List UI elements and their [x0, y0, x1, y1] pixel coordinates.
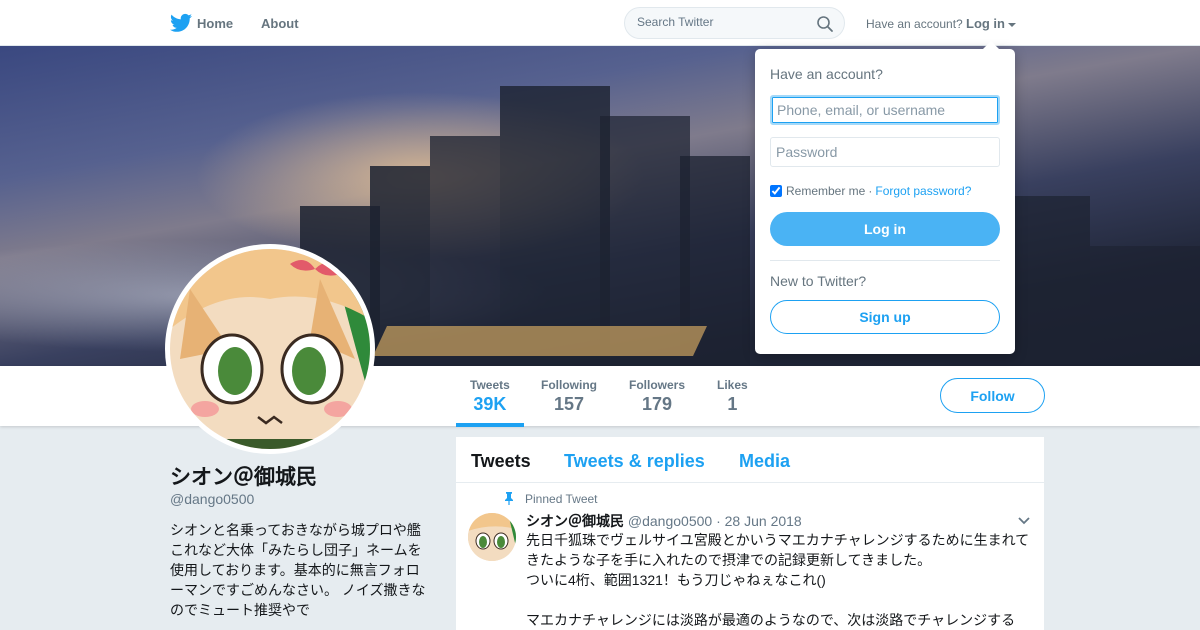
- top-navigation: Home About Have an account? Log in: [0, 0, 1200, 46]
- stat-likes-label: Likes: [717, 378, 748, 392]
- timeline-tabs: Tweets Tweets & replies Media: [456, 437, 1044, 483]
- chevron-down-icon[interactable]: [1018, 517, 1030, 525]
- stat-followers[interactable]: Followers 179: [629, 378, 685, 415]
- profile-avatar[interactable]: [165, 244, 375, 454]
- profile-bio: シオンと名乗っておきながら城プロや艦これなど大体「みたらし団子」ネームを使用して…: [170, 522, 426, 618]
- login-dropdown: Have an account? Remember me · Forgot pa…: [755, 41, 1015, 354]
- profile-name[interactable]: シオン＠御城民: [170, 461, 317, 491]
- follow-button[interactable]: Follow: [940, 378, 1045, 413]
- signup-button[interactable]: Sign up: [770, 300, 1000, 334]
- dropdown-divider: [770, 260, 1000, 261]
- tweet-avatar[interactable]: [468, 513, 516, 561]
- profile-handle[interactable]: @dango0500: [170, 491, 254, 507]
- login-dropdown-title: Have an account?: [770, 66, 883, 82]
- tab-media[interactable]: Media: [739, 451, 790, 472]
- search-box[interactable]: [624, 7, 845, 39]
- caret-down-icon: [1008, 22, 1016, 27]
- forgot-password-link[interactable]: Forgot password?: [875, 184, 971, 198]
- tweet-author-name[interactable]: シオン＠御城民: [526, 513, 624, 529]
- remember-separator: ·: [868, 184, 873, 198]
- pin-icon: [505, 492, 513, 505]
- stat-tweets-value: 39K: [473, 394, 507, 414]
- tab-tweets[interactable]: Tweets: [471, 451, 531, 472]
- remember-me-label[interactable]: Remember me: [786, 184, 865, 198]
- stat-tweets-label: Tweets: [470, 378, 510, 392]
- tweet-header: シオン＠御城民 @dango0500 · 28 Jun 2018: [526, 511, 802, 531]
- stat-likes[interactable]: Likes 1: [717, 378, 748, 415]
- pinned-tweet-label: Pinned Tweet: [525, 492, 598, 506]
- timeline-panel: Tweets Tweets & replies Media Pinned Twe…: [456, 437, 1044, 630]
- tweet-text: 先日千狐珠でヴェルサイユ宮殿とかいうマエカナチャレンジするために生まれてきたよう…: [526, 532, 1030, 628]
- stat-followers-label: Followers: [629, 378, 686, 392]
- stat-following-value: 157: [553, 394, 585, 414]
- search-input[interactable]: [637, 15, 807, 29]
- username-input[interactable]: [770, 95, 1000, 125]
- nav-about-link[interactable]: About: [261, 16, 299, 31]
- stat-tweets[interactable]: Tweets 39K: [456, 378, 524, 427]
- twitter-bird-icon[interactable]: [170, 13, 192, 33]
- tweet-date[interactable]: 28 Jun 2018: [725, 513, 802, 529]
- stat-following[interactable]: Following 157: [541, 378, 597, 415]
- stat-likes-value: 1: [727, 394, 738, 414]
- stat-followers-value: 179: [641, 394, 673, 414]
- nav-home-link[interactable]: Home: [197, 16, 233, 31]
- login-toggle-label[interactable]: Log in: [966, 16, 1005, 31]
- password-input[interactable]: [770, 137, 1000, 167]
- tweet-separator: ·: [716, 513, 721, 529]
- remember-me-checkbox[interactable]: [770, 185, 782, 197]
- avatar-illustration: [170, 249, 370, 449]
- search-icon[interactable]: [816, 15, 834, 33]
- login-button[interactable]: Log in: [770, 212, 1000, 246]
- remember-row: Remember me · Forgot password?: [770, 184, 971, 198]
- have-account-label: Have an account?: [866, 17, 963, 31]
- tab-tweets-replies[interactable]: Tweets & replies: [564, 451, 705, 472]
- tweet-avatar-illustration: [468, 513, 516, 561]
- new-to-twitter-label: New to Twitter?: [770, 273, 867, 289]
- tweet-author-handle[interactable]: @dango0500: [628, 513, 712, 529]
- stat-following-label: Following: [541, 378, 597, 392]
- login-dropdown-toggle[interactable]: Log in: [966, 16, 1016, 31]
